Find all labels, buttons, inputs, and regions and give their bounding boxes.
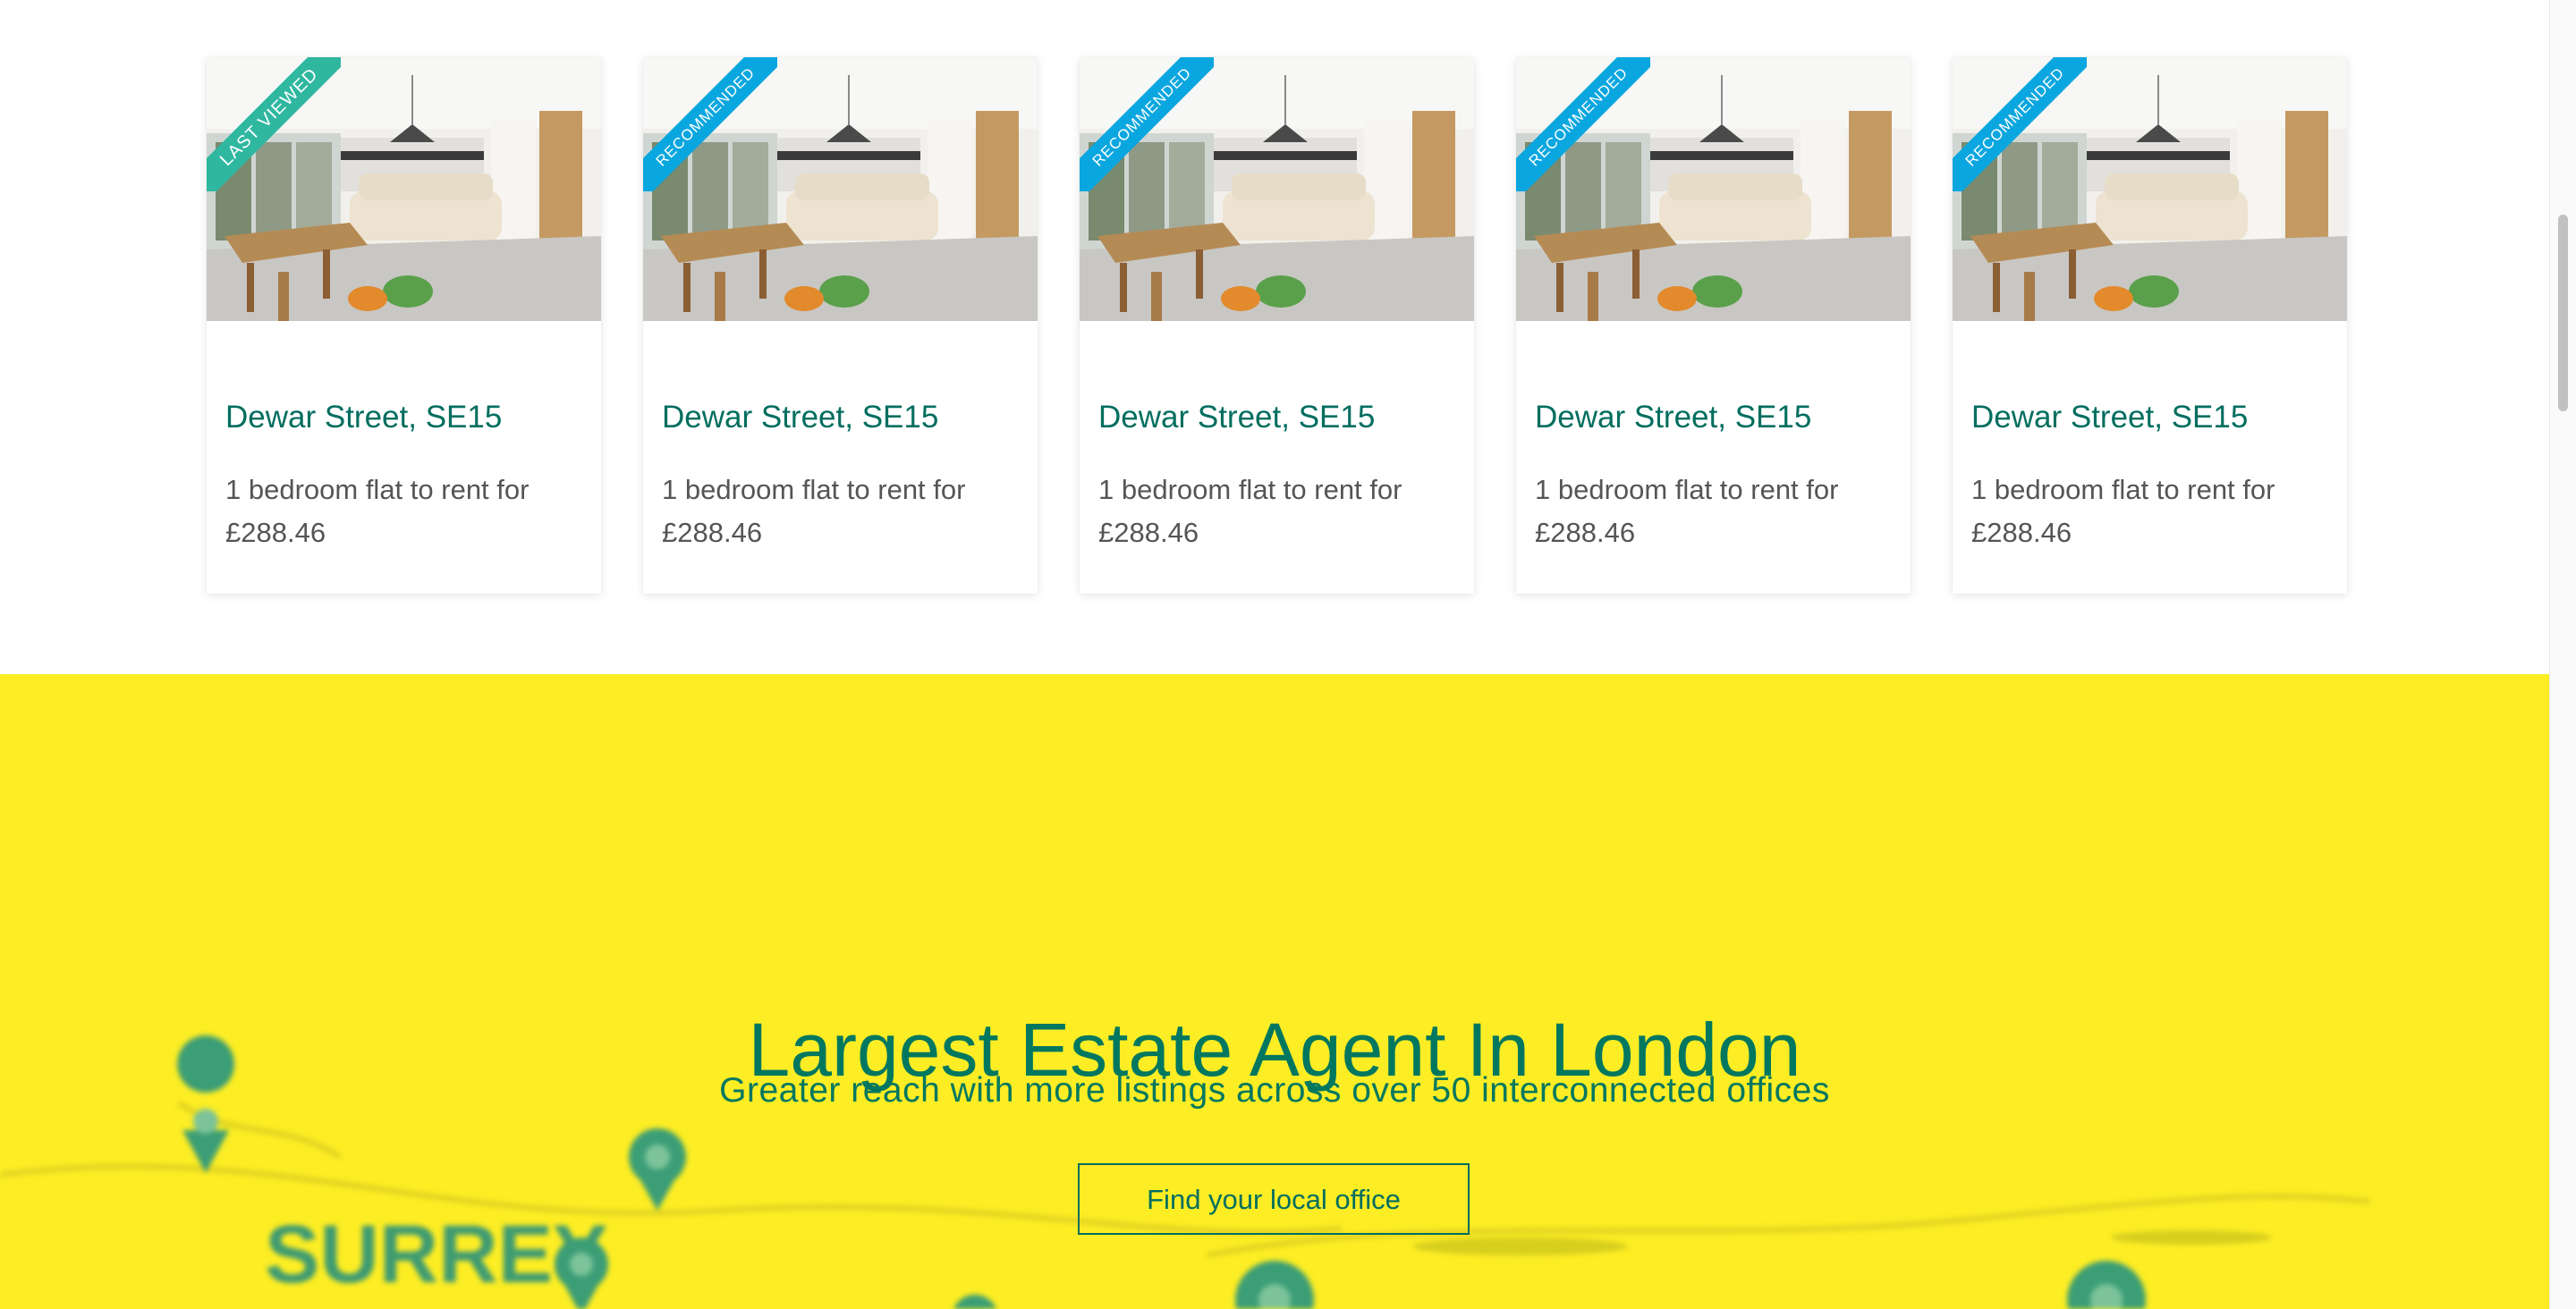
property-title[interactable]: Dewar Street, SE15 xyxy=(225,400,502,435)
property-card[interactable]: RECOMMENDED Dewar Street, SE15 1 bedroom… xyxy=(1080,57,1474,594)
property-title[interactable]: Dewar Street, SE15 xyxy=(1971,400,2248,435)
page-scrollbar[interactable] xyxy=(2549,0,2576,1309)
promo-banner: SURREY Largest Estate Agent In London Gr… xyxy=(0,674,2549,1309)
property-price: £288.46 xyxy=(225,517,326,548)
property-title[interactable]: Dewar Street, SE15 xyxy=(662,400,938,435)
ribbon-label: RECOMMENDED xyxy=(1953,57,2087,191)
map-pin-icon xyxy=(2067,1261,2146,1309)
property-description: 1 bedroom flat to rent for £288.46 xyxy=(662,469,1020,554)
ribbon-badge: RECOMMENDED xyxy=(1953,57,2087,191)
property-title[interactable]: Dewar Street, SE15 xyxy=(1535,400,1811,435)
promo-subheading: Greater reach with more listings across … xyxy=(719,1071,1830,1110)
property-listings: LAST VIEWED Dewar Street, SE15 1 bedroom… xyxy=(0,0,2549,674)
scrollbar-thumb[interactable] xyxy=(2558,215,2568,411)
property-description: 1 bedroom flat to rent for £288.46 xyxy=(225,469,583,554)
property-description-line: 1 bedroom flat to rent for xyxy=(662,474,966,505)
ribbon-label: RECOMMENDED xyxy=(1080,57,1214,191)
property-price: £288.46 xyxy=(1098,517,1199,548)
ribbon-label: RECOMMENDED xyxy=(1516,57,1650,191)
find-local-office-button[interactable]: Find your local office xyxy=(1078,1163,1470,1235)
property-description: 1 bedroom flat to rent for £288.46 xyxy=(1535,469,1893,554)
property-description: 1 bedroom flat to rent for £288.46 xyxy=(1098,469,1456,554)
property-description-line: 1 bedroom flat to rent for xyxy=(1098,474,1402,505)
property-description-line: 1 bedroom flat to rent for xyxy=(1535,474,1839,505)
property-description-line: 1 bedroom flat to rent for xyxy=(225,474,530,505)
ribbon-label: LAST VIEWED xyxy=(207,57,341,191)
property-card[interactable]: RECOMMENDED Dewar Street, SE15 1 bedroom… xyxy=(643,57,1038,594)
property-price: £288.46 xyxy=(1971,517,2072,548)
property-price: £288.46 xyxy=(1535,517,1636,548)
map-region-label: SURREY xyxy=(265,1209,607,1300)
property-description-line: 1 bedroom flat to rent for xyxy=(1971,474,2275,505)
property-title[interactable]: Dewar Street, SE15 xyxy=(1098,400,1375,435)
ribbon-label: RECOMMENDED xyxy=(643,57,777,191)
ribbon-badge: RECOMMENDED xyxy=(1516,57,1650,191)
property-description: 1 bedroom flat to rent for £288.46 xyxy=(1971,469,2329,554)
property-price: £288.46 xyxy=(662,517,763,548)
ribbon-badge: LAST VIEWED xyxy=(207,57,341,191)
map-pin-icon xyxy=(1235,1261,1314,1309)
ribbon-badge: RECOMMENDED xyxy=(643,57,777,191)
ribbon-badge: RECOMMENDED xyxy=(1080,57,1214,191)
property-card[interactable]: RECOMMENDED Dewar Street, SE15 1 bedroom… xyxy=(1953,57,2347,594)
map-pin-icon xyxy=(629,1128,686,1211)
property-card[interactable]: RECOMMENDED Dewar Street, SE15 1 bedroom… xyxy=(1516,57,1911,594)
map-pin-icon xyxy=(953,1295,996,1309)
property-card[interactable]: LAST VIEWED Dewar Street, SE15 1 bedroom… xyxy=(207,57,601,594)
